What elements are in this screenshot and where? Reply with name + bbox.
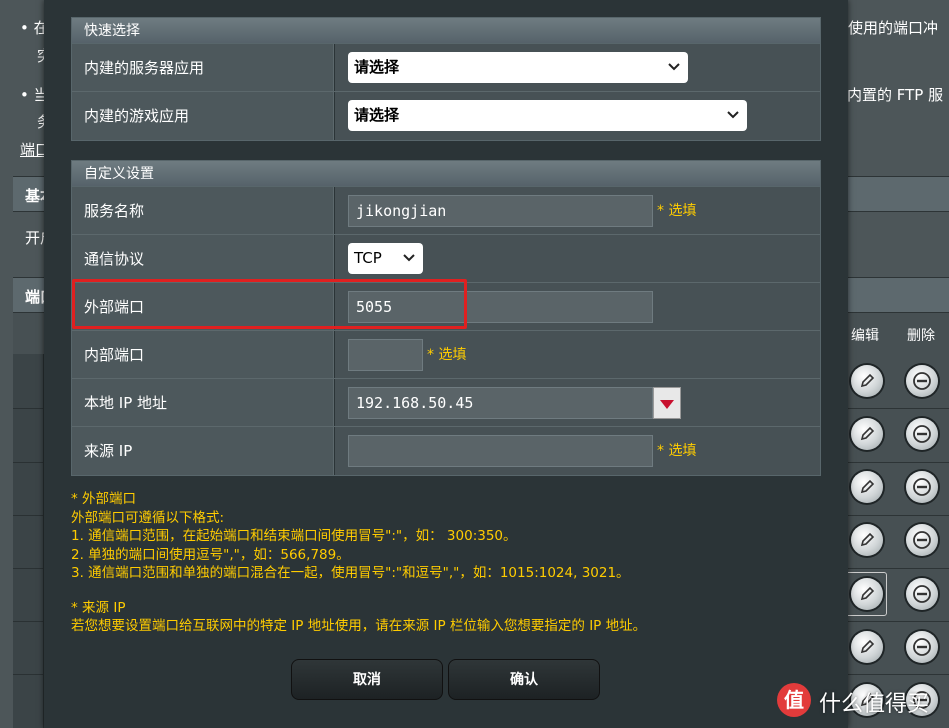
game-app-select[interactable]: 请选择 <box>348 100 747 131</box>
protocol-row: 通信协议 TCP <box>72 235 820 283</box>
edit-icon[interactable] <box>851 365 883 397</box>
chevron-down-icon <box>403 254 415 262</box>
protocol-selected: TCP <box>354 249 382 267</box>
edit-icon[interactable] <box>851 471 883 503</box>
delete-icon[interactable] <box>906 631 938 663</box>
note-ext-line: 外部端口可遵循以下格式: <box>71 509 225 526</box>
ip-dropdown-arrow-icon[interactable] <box>653 387 681 419</box>
server-app-selected: 请选择 <box>354 58 400 76</box>
game-app-row: 内建的游戏应用 请选择 <box>72 92 820 140</box>
protocol-label: 通信协议 <box>72 235 334 282</box>
delete-icon[interactable] <box>906 418 938 450</box>
note-ext-line: 1. 通信端口范围，在起始端口和结束端口间使用冒号":"，如： 300:350。 <box>71 528 517 544</box>
note-ext-line: 2. 单独的端口间使用逗号","，如：566,789。 <box>71 546 350 563</box>
col-edit-header: 编辑 <box>851 328 879 344</box>
server-app-select[interactable]: 请选择 <box>348 52 688 83</box>
custom-settings-title: 自定义设置 <box>72 161 820 187</box>
bg-bullet-1-end: 使用的端口冲 <box>848 19 939 37</box>
edit-icon[interactable] <box>851 631 883 663</box>
source-ip-label: 来源 IP <box>72 427 334 475</box>
watermark-logo: 值 <box>777 683 811 717</box>
help-notes: * 外部端口 外部端口可遵循以下格式: 1. 通信端口范围，在起始端口和结束端口… <box>71 490 646 636</box>
delete-icon[interactable] <box>906 471 938 503</box>
quick-select-section: 快速选择 内建的服务器应用 请选择 内建的游戏应用 请选择 <box>71 17 821 141</box>
delete-icon[interactable] <box>906 524 938 556</box>
service-name-input[interactable]: jikongjian <box>348 195 653 227</box>
note-ext-line: 3. 通信端口范围和单独的端口混合在一起，使用冒号":"和逗号","，如：101… <box>71 565 630 581</box>
watermark-text: 什么值得买 <box>819 692 930 717</box>
delete-icon[interactable] <box>906 365 938 397</box>
chevron-down-icon <box>668 63 680 71</box>
edit-icon[interactable] <box>851 524 883 556</box>
cancel-button[interactable]: 取消 <box>291 659 443 700</box>
source-ip-row: 来源 IP * 选填 <box>72 427 820 475</box>
internal-port-hint: * 选填 <box>427 347 467 363</box>
local-ip-label: 本地 IP 地址 <box>72 379 334 426</box>
internal-port-row: 内部端口 * 选填 <box>72 331 820 379</box>
bg-table-side <box>13 354 44 728</box>
delete-icon[interactable] <box>906 578 938 610</box>
game-app-label: 内建的游戏应用 <box>72 92 334 140</box>
source-ip-hint: * 选填 <box>657 443 697 459</box>
col-delete-header: 删除 <box>907 328 935 344</box>
bg-bullet-2-end: 内置的 FTP 服 <box>847 86 944 104</box>
server-app-label: 内建的服务器应用 <box>72 44 334 91</box>
source-ip-input[interactable] <box>348 435 653 467</box>
note-ext-title: * 外部端口 <box>71 491 137 507</box>
service-name-row: 服务名称 jikongjian * 选填 <box>72 187 820 235</box>
note-src-line: 若您想要设置端口给互联网中的特定 IP 地址使用，请在来源 IP 栏位输入您想要… <box>71 618 647 634</box>
edit-icon[interactable] <box>851 418 883 450</box>
protocol-select[interactable]: TCP <box>348 243 423 274</box>
internal-port-label: 内部端口 <box>72 331 334 378</box>
port-forward-dialog: 快速选择 内建的服务器应用 请选择 内建的游戏应用 请选择 自定义设置 服务名称… <box>44 0 848 728</box>
annotation-highlight-box <box>72 279 467 329</box>
edit-icon[interactable] <box>851 578 883 610</box>
server-app-row: 内建的服务器应用 请选择 <box>72 44 820 92</box>
internal-port-input[interactable] <box>348 339 423 371</box>
quick-select-title: 快速选择 <box>72 18 820 44</box>
service-name-label: 服务名称 <box>72 187 334 234</box>
local-ip-input[interactable]: 192.168.50.45 <box>348 387 653 419</box>
game-app-selected: 请选择 <box>354 106 400 124</box>
note-src-title: * 来源 IP <box>71 599 126 616</box>
chevron-down-icon <box>727 111 739 119</box>
local-ip-row: 本地 IP 地址 192.168.50.45 <box>72 379 820 427</box>
service-name-hint: * 选填 <box>657 203 697 219</box>
confirm-button[interactable]: 确认 <box>448 659 600 700</box>
